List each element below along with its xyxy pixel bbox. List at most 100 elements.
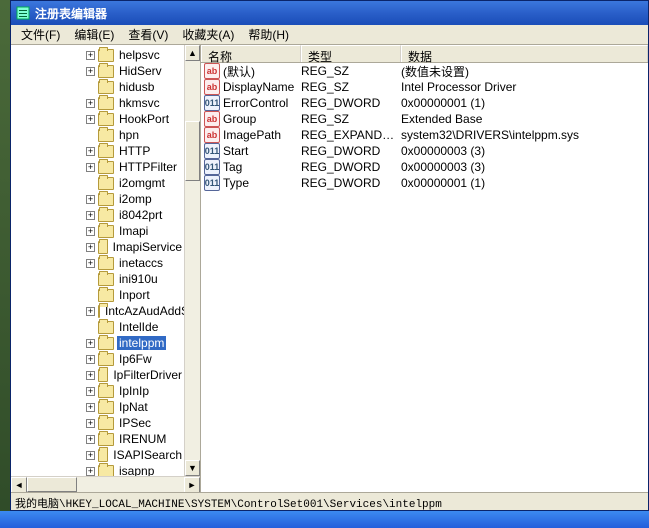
folder-icon [98, 97, 114, 110]
folder-icon [98, 385, 114, 398]
tree-horizontal-scrollbar[interactable]: ◄ ► [11, 476, 200, 492]
menu-view[interactable]: 查看(V) [122, 24, 174, 45]
expand-icon[interactable]: + [86, 355, 95, 364]
list-row[interactable]: ab(默认)REG_SZ(数值未设置) [201, 63, 648, 79]
list-row[interactable]: abImagePathREG_EXPAND_SZsystem32\DRIVERS… [201, 127, 648, 143]
scroll-thumb-h[interactable] [27, 477, 77, 492]
tree[interactable]: +helpsvc+HidServhidusb+hkmsvc+HookPorthp… [11, 45, 184, 476]
value-data: Extended Base [401, 112, 648, 126]
menu-help[interactable]: 帮助(H) [242, 24, 295, 45]
col-name[interactable]: 名称 [201, 45, 301, 62]
scroll-right-button[interactable]: ► [184, 477, 200, 492]
expand-icon[interactable]: + [86, 435, 95, 444]
expand-icon[interactable]: + [86, 195, 95, 204]
folder-icon [98, 417, 114, 430]
expand-icon[interactable]: + [86, 51, 95, 60]
tree-item[interactable]: +inetaccs [13, 255, 184, 271]
scroll-left-button[interactable]: ◄ [11, 477, 27, 492]
expand-icon[interactable]: + [86, 67, 95, 76]
tree-vertical-scrollbar[interactable]: ▲ ▼ [184, 45, 200, 476]
col-data[interactable]: 数据 [401, 45, 648, 62]
expand-icon[interactable]: + [86, 403, 95, 412]
value-name: Tag [223, 160, 301, 174]
tree-item[interactable]: +HidServ [13, 63, 184, 79]
list-row[interactable]: 011ErrorControlREG_DWORD0x00000001 (1) [201, 95, 648, 111]
list-row[interactable]: 011StartREG_DWORD0x00000003 (3) [201, 143, 648, 159]
tree-item[interactable]: +Imapi [13, 223, 184, 239]
expand-icon[interactable]: + [86, 339, 95, 348]
expand-icon[interactable]: + [86, 243, 95, 252]
tree-item[interactable]: +ImapiService [13, 239, 184, 255]
expand-icon[interactable]: + [86, 211, 95, 220]
tree-item[interactable]: +IntcAzAudAddService [13, 303, 184, 319]
tree-item[interactable]: + IpFilterDriver [13, 367, 184, 383]
tree-item[interactable]: hidusb [13, 79, 184, 95]
folder-icon [98, 433, 114, 446]
expand-icon[interactable]: + [86, 371, 95, 380]
scroll-track[interactable] [185, 61, 200, 460]
list-row[interactable]: 011TagREG_DWORD0x00000003 (3) [201, 159, 648, 175]
tree-pane: +helpsvc+HidServhidusb+hkmsvc+HookPorthp… [11, 45, 201, 492]
value-type: REG_SZ [301, 80, 401, 94]
tree-item[interactable]: +Ip6Fw [13, 351, 184, 367]
taskbar[interactable] [0, 511, 649, 528]
titlebar[interactable]: 注册表编辑器 [11, 1, 648, 25]
expand-icon[interactable]: + [86, 115, 95, 124]
tree-item[interactable]: + IRENUM [13, 431, 184, 447]
tree-item[interactable]: + intelppm [13, 335, 184, 351]
folder-icon [98, 449, 108, 462]
scroll-down-button[interactable]: ▼ [185, 460, 200, 476]
expand-icon[interactable]: + [86, 467, 95, 476]
list-header: 名称 类型 数据 [201, 45, 648, 63]
scroll-thumb[interactable] [185, 121, 200, 181]
expand-icon[interactable]: + [86, 387, 95, 396]
tree-item-label: intelppm [117, 336, 166, 350]
tree-item[interactable]: +IpInIp [13, 383, 184, 399]
tree-item[interactable]: +hkmsvc [13, 95, 184, 111]
tree-item[interactable]: +ISAPISearch [13, 447, 184, 463]
list-row[interactable]: abDisplayNameREG_SZIntel Processor Drive… [201, 79, 648, 95]
tree-item-label: isapnp [117, 464, 156, 476]
expand-icon[interactable]: + [86, 259, 95, 268]
tree-item[interactable]: +HTTPFilter [13, 159, 184, 175]
scroll-up-button[interactable]: ▲ [185, 45, 200, 61]
expand-icon[interactable]: + [86, 227, 95, 236]
scroll-track-h[interactable] [27, 477, 184, 492]
menu-file[interactable]: 文件(F) [15, 24, 66, 45]
expand-icon[interactable]: + [86, 419, 95, 428]
menu-favorites[interactable]: 收藏夹(A) [176, 24, 240, 45]
value-name: Type [223, 176, 301, 190]
tree-item[interactable]: +i8042prt [13, 207, 184, 223]
folder-icon [98, 81, 114, 94]
list-body[interactable]: ab(默认)REG_SZ(数值未设置)abDisplayNameREG_SZIn… [201, 63, 648, 492]
folder-icon [98, 129, 114, 142]
tree-item[interactable]: +helpsvc [13, 47, 184, 63]
expand-icon[interactable]: + [86, 451, 95, 460]
folder-icon [98, 337, 114, 350]
tree-item[interactable]: ini910u [13, 271, 184, 287]
tree-item[interactable]: + isapnp [13, 463, 184, 476]
tree-item[interactable]: +i2omp [13, 191, 184, 207]
expand-icon[interactable]: + [86, 163, 95, 172]
tree-item[interactable]: +HookPort [13, 111, 184, 127]
tree-item-label: IpFilterDriver [111, 368, 184, 382]
value-data: 0x00000001 (1) [401, 176, 648, 190]
menu-edit[interactable]: 编辑(E) [68, 24, 120, 45]
tree-item[interactable]: hpn [13, 127, 184, 143]
expand-icon[interactable]: + [86, 99, 95, 108]
col-type[interactable]: 类型 [301, 45, 401, 62]
list-row[interactable]: abGroupREG_SZExtended Base [201, 111, 648, 127]
expand-icon[interactable]: + [86, 147, 95, 156]
list-row[interactable]: 011TypeREG_DWORD0x00000001 (1) [201, 175, 648, 191]
binary-value-icon: 011 [204, 95, 220, 111]
tree-item[interactable]: +IPSec [13, 415, 184, 431]
expand-icon[interactable]: + [86, 307, 95, 316]
tree-item[interactable]: Inport [13, 287, 184, 303]
tree-item[interactable]: +IpNat [13, 399, 184, 415]
tree-item[interactable]: IntelIde [13, 319, 184, 335]
tree-item-label: IRENUM [117, 432, 168, 446]
tree-item[interactable]: i2omgmt [13, 175, 184, 191]
string-value-icon: ab [204, 63, 220, 79]
tree-item[interactable]: +HTTP [13, 143, 184, 159]
tree-item-label: Inport [117, 288, 152, 302]
